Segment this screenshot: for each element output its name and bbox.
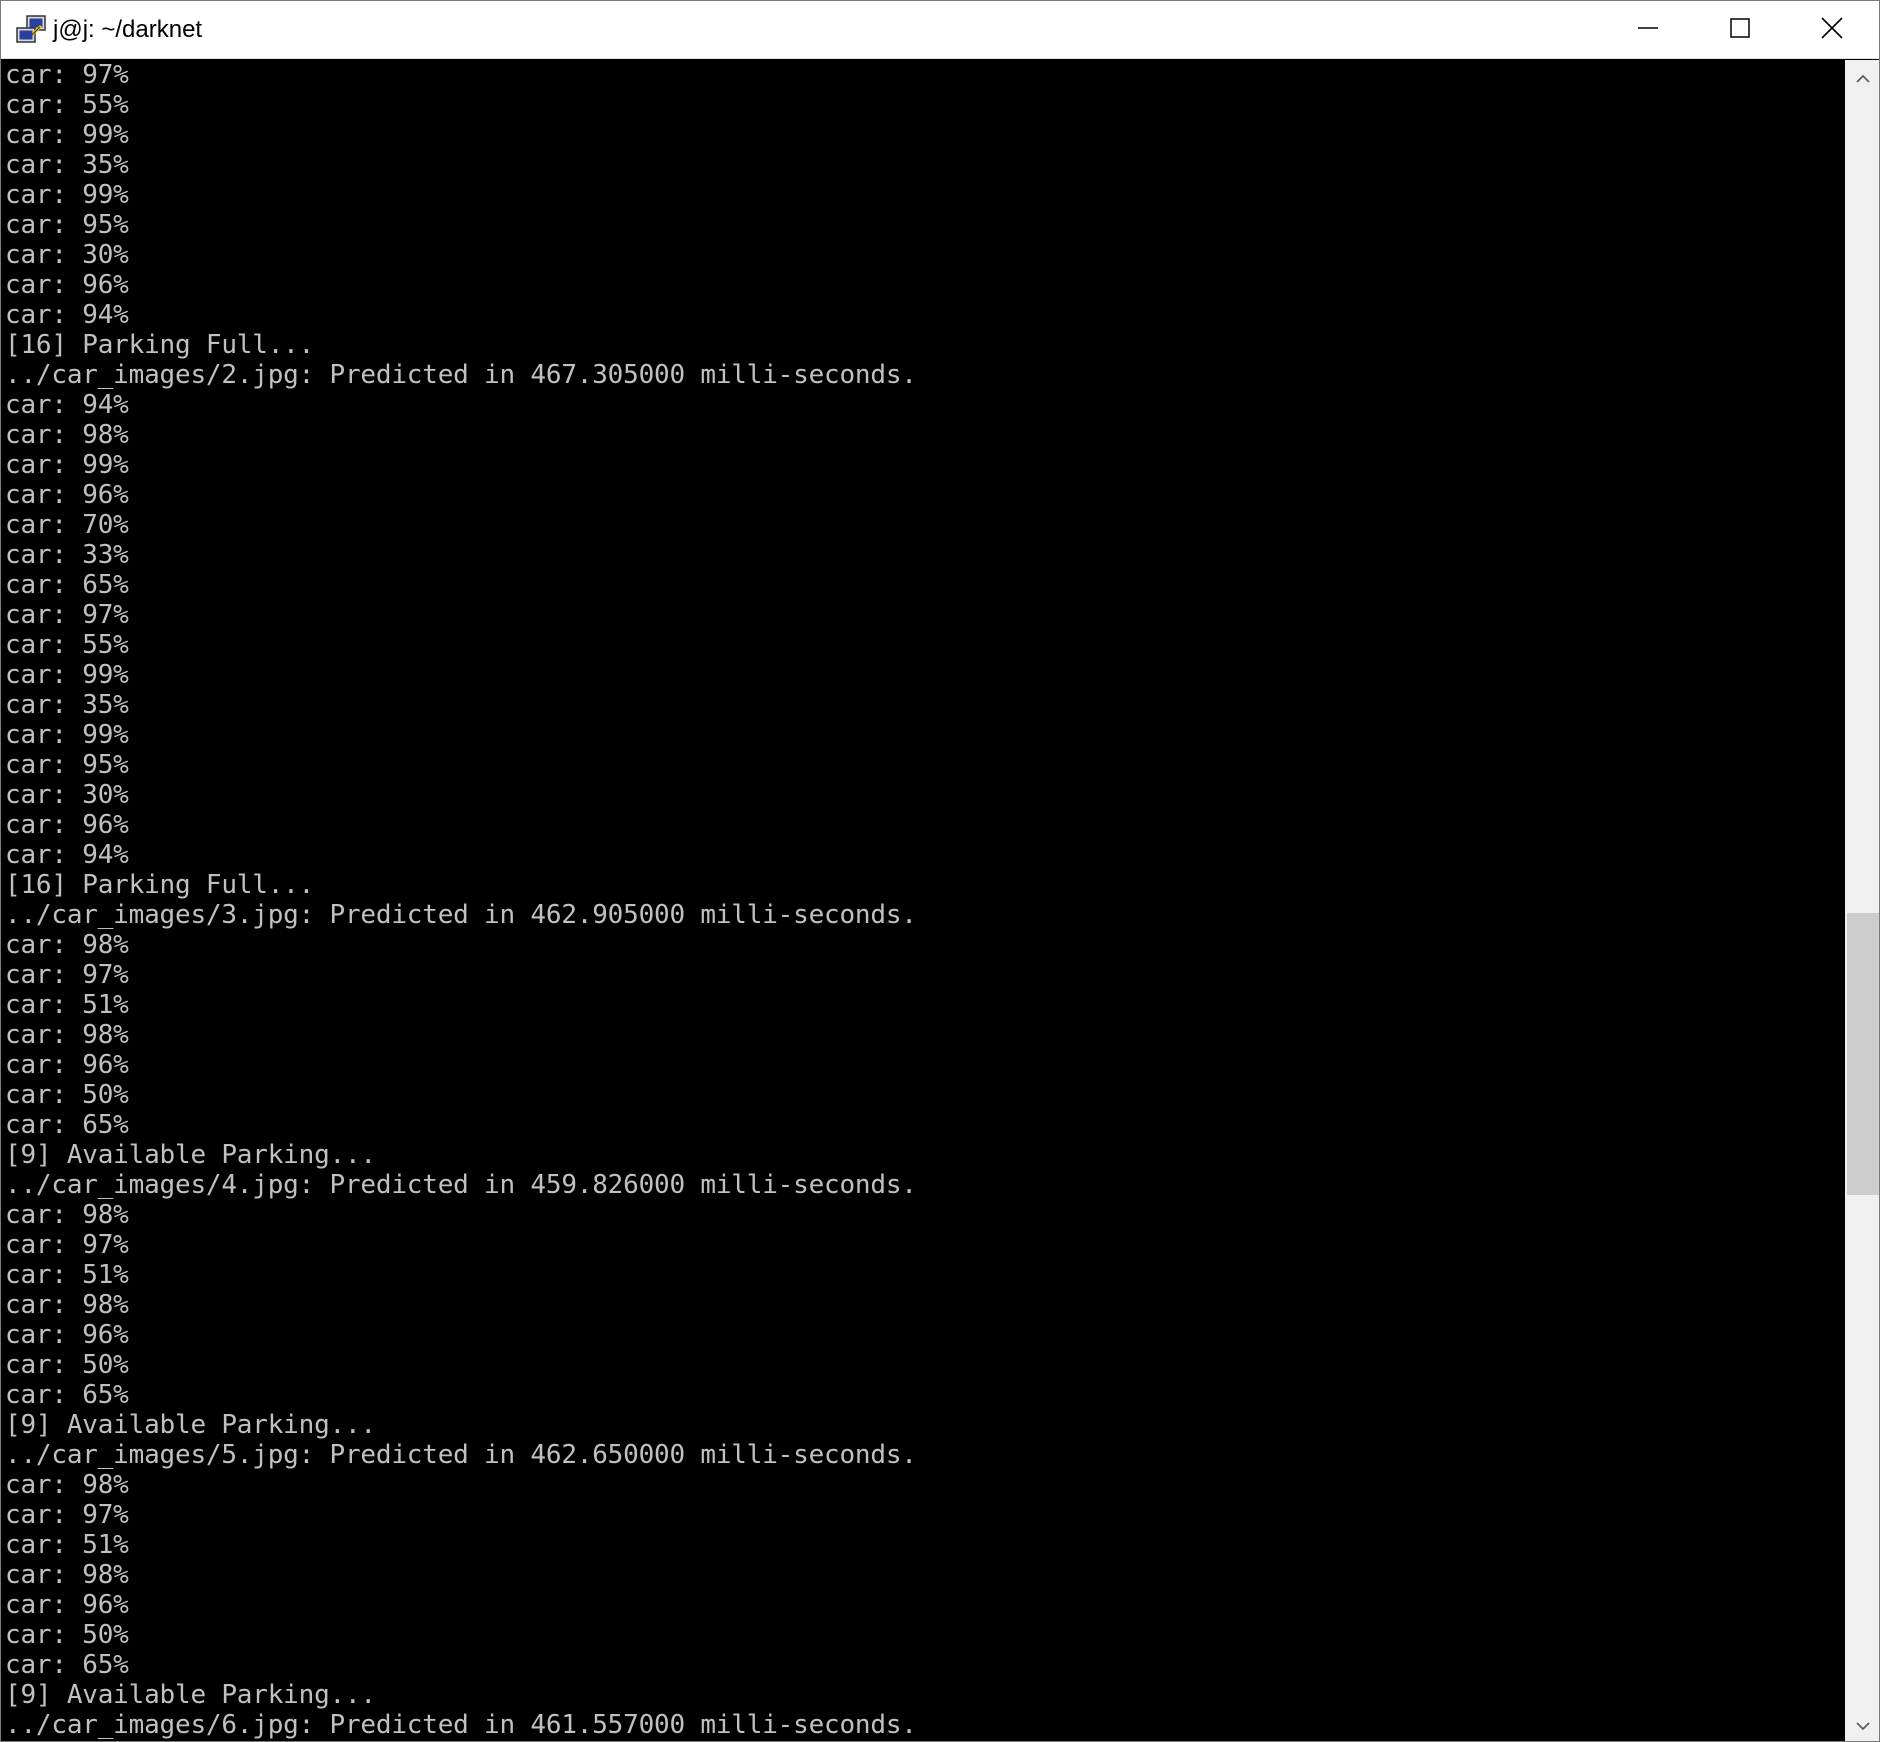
terminal-line: ../car_images/4.jpg: Predicted in 459.82… — [5, 1170, 917, 1200]
terminal-line: car: 51% — [5, 1530, 129, 1560]
maximize-button[interactable] — [1694, 1, 1786, 59]
chevron-down-icon — [1855, 1716, 1871, 1735]
terminal-line: car: 51% — [5, 1260, 129, 1290]
terminal-line: car: 96% — [5, 810, 129, 840]
minimize-icon — [1638, 18, 1658, 42]
terminal-line: car: 97% — [5, 1500, 129, 1530]
terminal-line: car: 98% — [5, 1560, 129, 1590]
terminal-line: car: 96% — [5, 270, 129, 300]
terminal-line: car: 98% — [5, 930, 129, 960]
terminal-line: car: 65% — [5, 1650, 129, 1680]
terminal-line: [16] Parking Full... — [5, 330, 315, 360]
terminal-line: ../car_images/2.jpg: Predicted in 467.30… — [5, 360, 917, 390]
terminal-line: [9] Available Parking... — [5, 1140, 376, 1170]
terminal-line: car: 96% — [5, 1050, 129, 1080]
terminal-line: car: 65% — [5, 1380, 129, 1410]
terminal-line: car: 97% — [5, 60, 129, 90]
terminal-line: ../car_images/3.jpg: Predicted in 462.90… — [5, 900, 917, 930]
terminal-line: car: 99% — [5, 450, 129, 480]
terminal-line: [9] Available Parking... — [5, 1680, 376, 1710]
terminal-line: car: 65% — [5, 1110, 129, 1140]
terminal-line: car: 30% — [5, 780, 129, 810]
terminal-line: car: 50% — [5, 1350, 129, 1380]
terminal-line: [16] Parking Full... — [5, 870, 315, 900]
minimize-button[interactable] — [1602, 1, 1694, 59]
terminal-line: ../car_images/5.jpg: Predicted in 462.65… — [5, 1440, 917, 1470]
terminal-output[interactable]: car: 97% car: 55% car: 99% car: 35% car: 99%… — [1, 60, 1845, 1741]
terminal-window: j@j: ~/darknet car: 97% car: 55% car: 99% c… — [0, 0, 1880, 1742]
terminal-line: car: 97% — [5, 960, 129, 990]
terminal-line: car: 98% — [5, 420, 129, 450]
terminal-line: car: 99% — [5, 660, 129, 690]
terminal-line: car: 99% — [5, 180, 129, 210]
terminal-line: car: 51% — [5, 990, 129, 1020]
terminal-line: car: 33% — [5, 540, 129, 570]
terminal-line: car: 96% — [5, 480, 129, 510]
terminal-line: car: 65% — [5, 570, 129, 600]
close-button[interactable] — [1786, 1, 1878, 59]
terminal-line: car: 98% — [5, 1020, 129, 1050]
terminal-line: car: 35% — [5, 150, 129, 180]
close-icon — [1821, 17, 1843, 43]
terminal-line: car: 97% — [5, 600, 129, 630]
terminal-line: car: 95% — [5, 210, 129, 240]
scroll-down-button[interactable] — [1845, 1707, 1879, 1741]
chevron-up-icon — [1855, 69, 1871, 88]
terminal-line: car: 95% — [5, 750, 129, 780]
terminal-line: ../car_images/6.jpg: Predicted in 461.55… — [5, 1710, 917, 1740]
terminal-line: car: 50% — [5, 1620, 129, 1650]
terminal-line: car: 99% — [5, 120, 129, 150]
terminal-line: car: 50% — [5, 1080, 129, 1110]
putty-icon[interactable] — [15, 14, 49, 46]
scrollbar-thumb[interactable] — [1847, 913, 1879, 1195]
terminal-line: car: 98% — [5, 1470, 129, 1500]
terminal-line: car: 96% — [5, 1320, 129, 1350]
maximize-icon — [1730, 18, 1750, 42]
terminal-line: car: 96% — [5, 1590, 129, 1620]
terminal-line: car: 97% — [5, 1230, 129, 1260]
terminal-line: car: 94% — [5, 840, 129, 870]
vertical-scrollbar[interactable] — [1845, 60, 1879, 1741]
terminal-line: car: 98% — [5, 1290, 129, 1320]
window-title: j@j: ~/darknet — [53, 16, 203, 43]
terminal-line: car: 55% — [5, 90, 129, 120]
scroll-up-button[interactable] — [1845, 60, 1879, 96]
terminal-line: [9] Available Parking... — [5, 1410, 376, 1440]
terminal-line: car: 35% — [5, 690, 129, 720]
terminal-line: car: 30% — [5, 240, 129, 270]
terminal-line: car: 94% — [5, 300, 129, 330]
terminal-line: car: 55% — [5, 630, 129, 660]
terminal-line: car: 94% — [5, 390, 129, 420]
terminal-line: car: 99% — [5, 720, 129, 750]
title-bar[interactable]: j@j: ~/darknet — [1, 1, 1879, 59]
terminal-line: car: 98% — [5, 1200, 129, 1230]
terminal-line: car: 70% — [5, 510, 129, 540]
